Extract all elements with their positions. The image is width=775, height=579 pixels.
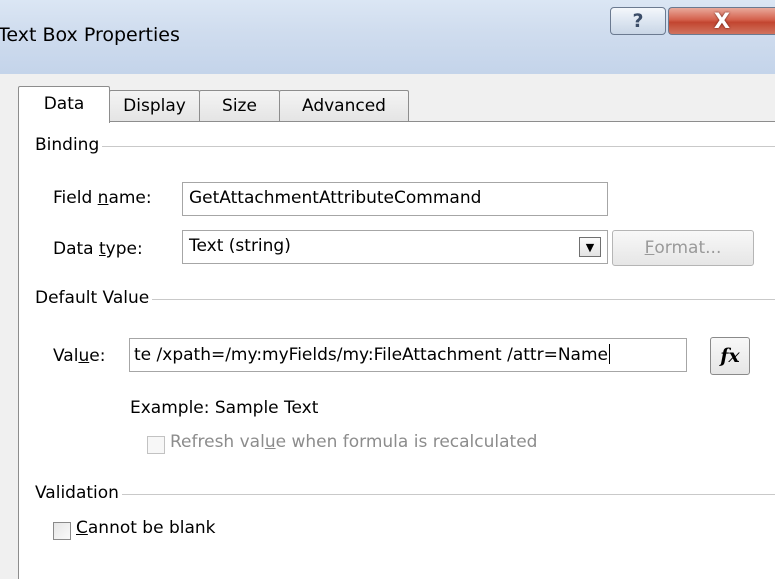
dialog-body: Data Display Size Advanced Binding Field… (0, 74, 775, 579)
tab-data[interactable]: Data (18, 86, 110, 123)
data-type-select[interactable]: Text (string) ▼ (182, 230, 608, 264)
tab-advanced[interactable]: Advanced (279, 90, 409, 122)
field-name-label: Field name: (53, 188, 152, 208)
default-value-section-label: Default Value (35, 288, 150, 308)
default-value-input[interactable]: te /xpath=/my:myFields/my:FileAttachment… (129, 338, 687, 372)
default-value-section-header: Default Value (35, 287, 775, 309)
function-icon: fx (720, 345, 740, 367)
data-tab-panel: Binding Field name: GetAttachmentAttribu… (18, 121, 775, 579)
tab-display[interactable]: Display (109, 90, 200, 122)
window-title: Text Box Properties (0, 24, 180, 46)
binding-divider (102, 145, 775, 147)
data-type-label: Data type: (53, 239, 143, 259)
text-cursor (608, 344, 610, 364)
help-icon: ? (632, 10, 644, 32)
validation-divider (121, 493, 775, 495)
cannot-be-blank-label: Cannot be blank (76, 518, 216, 538)
cannot-be-blank-checkbox[interactable] (53, 522, 71, 540)
help-button[interactable]: ? (610, 7, 666, 35)
close-icon: X (713, 9, 731, 33)
binding-section-header: Binding (35, 134, 775, 156)
field-name-input[interactable]: GetAttachmentAttributeCommand (182, 182, 608, 216)
formula-button[interactable]: fx (710, 337, 750, 375)
validation-section-label: Validation (35, 483, 119, 503)
refresh-value-label: Refresh value when formula is recalculat… (170, 432, 538, 452)
default-value-divider (152, 298, 775, 300)
close-button[interactable]: X (668, 7, 775, 35)
tab-size[interactable]: Size (199, 90, 280, 122)
data-type-value: Text (string) (189, 236, 291, 256)
title-bar: Text Box Properties ? X (0, 0, 775, 74)
value-label: Value: (53, 346, 106, 366)
validation-section-header: Validation (35, 482, 775, 504)
example-text: Example: Sample Text (130, 398, 319, 418)
binding-section-label: Binding (35, 135, 100, 155)
refresh-value-checkbox[interactable] (147, 436, 165, 454)
format-button[interactable]: Format... (612, 230, 754, 266)
chevron-down-icon[interactable]: ▼ (579, 237, 601, 257)
